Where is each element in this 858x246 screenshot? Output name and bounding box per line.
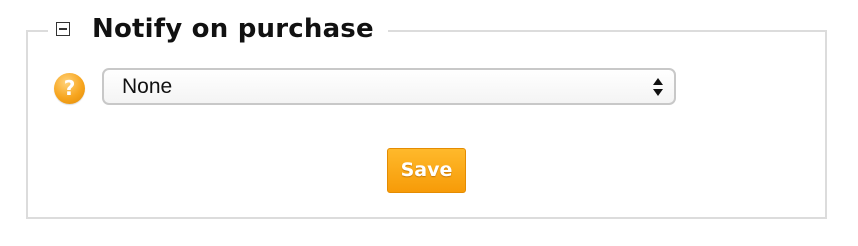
help-icon[interactable]: ? bbox=[54, 73, 85, 104]
section-title: Notify on purchase bbox=[92, 14, 374, 44]
up-down-arrows-icon bbox=[653, 77, 663, 96]
notify-select[interactable]: None bbox=[102, 68, 676, 105]
select-value: None bbox=[122, 74, 173, 98]
collapse-icon[interactable] bbox=[56, 22, 70, 36]
save-button[interactable]: Save bbox=[387, 148, 466, 193]
fieldset-legend: Notify on purchase bbox=[48, 10, 388, 48]
